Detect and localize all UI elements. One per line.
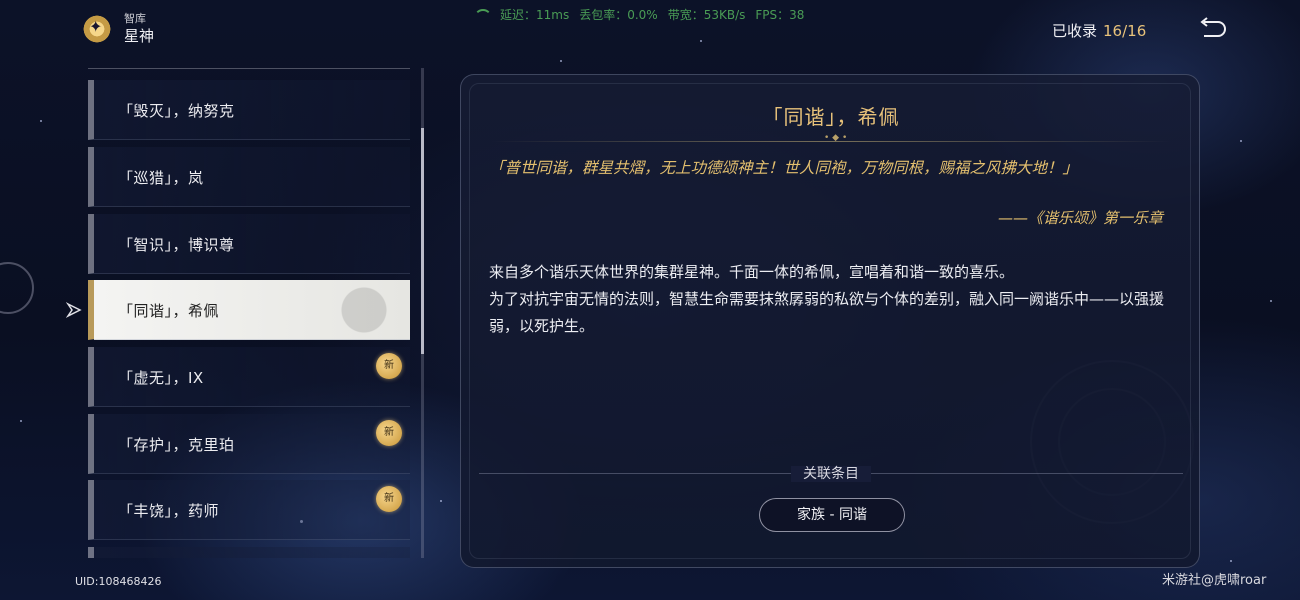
list-scrollbar-thumb[interactable] [421,128,424,354]
list-item-destruction[interactable]: 「毁灭」，纳努克 [88,80,410,140]
detail-quote: 「普世同谐，群星共熠，无上功德颂神主！世人同袍，万物同根，赐福之风拂大地！」 [489,159,1079,177]
watermark: 米游社@虎啸roar [1162,573,1267,588]
new-badge: 新 [376,486,402,512]
back-button[interactable] [1196,16,1226,44]
return-icon [1200,17,1226,37]
related-entry-button[interactable]: 家族 - 同谐 [759,498,905,532]
side-orb-decoration [0,262,34,314]
fps-text: FPS：38 [755,8,805,22]
list-item-label: 「丰饶」，药师 [118,502,220,520]
description-line: 来自多个谐乐天体世界的集群星神。千面一体的希佩，宣唱着和谐一致的喜乐。 [489,263,1015,281]
detail-panel: 「同谐」，希佩 「普世同谐，群星共熠，无上功德颂神主！世人同袍，万物同根，赐福之… [460,74,1200,568]
related-entries-text: 关联条目 [791,466,871,482]
title-divider [491,133,1171,143]
player-uid: UID:108468426 [75,575,162,588]
collection-count: 已收录 16/16 [1052,20,1146,41]
list-item-nihility[interactable]: 「虚无」，IX 新 [88,347,410,407]
list-item-harmony[interactable]: 「同谐」，希佩 [88,280,410,340]
detail-title: 「同谐」，希佩 [762,105,900,129]
header-subtitle: 智库 [124,12,146,25]
list-item-abundance[interactable]: 「丰饶」，药师 新 [88,480,410,540]
list-item-erudition[interactable]: 「智识」，博识尊 [88,214,410,274]
wifi-icon [474,8,492,21]
list-item-preservation[interactable]: 「存护」，克里珀 新 [88,414,410,474]
collection-number: 16/16 [1103,22,1147,40]
list-item-label: 「存护」，克里珀 [118,436,235,454]
list-item-hunt[interactable]: 「巡猎」，岚 [88,147,410,207]
selection-arrow-icon [66,302,82,318]
latency-text: 延迟：11ms [500,8,570,22]
list-item-label: 「巡猎」，岚 [118,169,204,187]
codex-logo-icon [80,12,114,46]
list-item-partial[interactable] [88,547,410,558]
list-item-label: 「虚无」，IX [118,369,204,387]
quote-source: ——《谐乐颂》第一乐章 [997,209,1163,227]
collection-label: 已收录 [1052,22,1098,40]
bandwidth-text: 带宽：53KB/s [667,8,746,22]
packet-loss-text: 丢包率：0.0% [579,8,658,22]
header-title: 星神 [124,27,155,45]
list-item-label: 「同谐」，希佩 [118,302,220,320]
network-stats: 延迟：11ms 丢包率：0.0% 带宽：53KB/s FPS：38 [474,6,804,23]
harmony-emblem-icon [324,282,404,338]
codex-header: 智库 星神 [80,12,154,46]
description-line: 为了对抗宇宙无情的法则，智慧生命需要抹煞孱弱的私欲与个体的差别，融入同一阙谐乐中… [489,290,1165,335]
deity-list[interactable]: 「毁灭」，纳努克 「巡猎」，岚 「智识」，博识尊 「同谐」，希佩 「虚无」，IX… [88,68,412,558]
related-entries-label: 关联条目 [461,463,1201,483]
new-badge: 新 [376,353,402,379]
detail-description: 来自多个谐乐天体世界的集群星神。千面一体的希佩，宣唱着和谐一致的喜乐。 为了对抗… [489,259,1169,340]
list-item-label: 「智识」，博识尊 [118,236,235,254]
list-item-label: 「毁灭」，纳努克 [118,102,235,120]
new-badge: 新 [376,420,402,446]
